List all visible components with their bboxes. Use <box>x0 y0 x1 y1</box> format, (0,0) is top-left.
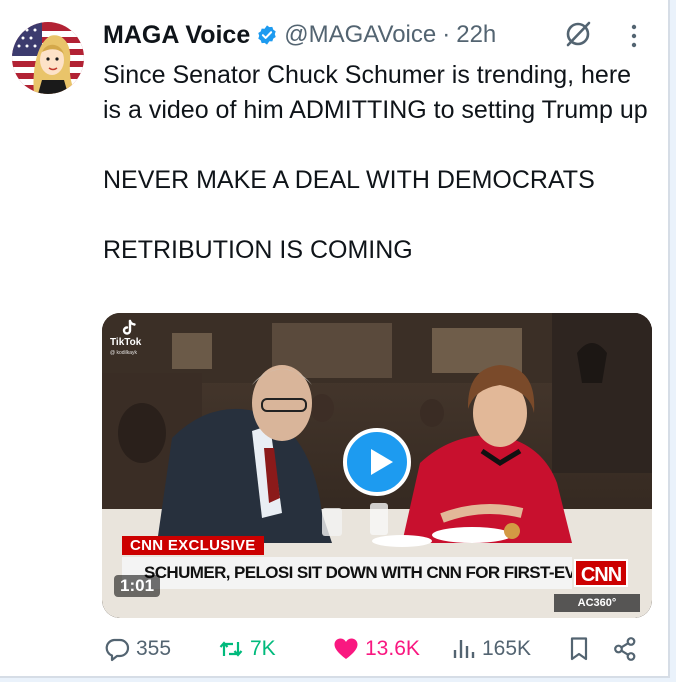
tweet-header: MAGA Voice @MAGAVoice · 22h <box>103 18 496 52</box>
like-button[interactable]: 13.6K <box>333 634 420 664</box>
cnn-exclusive-banner: CNN EXCLUSIVE <box>122 536 264 555</box>
tweet-text-line-2: NEVER MAKE A DEAL WITH DEMOCRATS <box>103 166 595 194</box>
cnn-logo: CNN <box>574 559 628 587</box>
handle[interactable]: @MAGAVoice <box>284 21 436 49</box>
tiktok-user: @ kodilkayk <box>110 350 138 356</box>
show-tag: AC360° <box>554 594 640 612</box>
repost-icon <box>219 641 243 657</box>
views-count: 165K <box>482 637 532 660</box>
tiktok-logo-icon <box>122 319 136 335</box>
bookmark-icon <box>570 637 588 661</box>
reply-count: 355 <box>136 637 172 660</box>
verified-badge-icon <box>258 25 276 45</box>
avatar-image <box>12 22 84 94</box>
timestamp[interactable]: 22h <box>456 21 496 49</box>
play-icon <box>371 449 393 475</box>
repost-button[interactable]: 7K <box>218 634 276 664</box>
tiktok-label: TikTok <box>110 337 142 348</box>
tweet-text-line-1: Since Senator Chuck Schumer is trending,… <box>103 61 648 124</box>
video-duration: 1:01 <box>114 575 161 597</box>
action-bar: 355 7K 13.6K 165K <box>0 628 668 672</box>
like-count: 13.6K <box>365 637 420 660</box>
video-player[interactable]: TikTok @ kodilkayk CNN EXCLUSIVE SCHUMER… <box>102 313 652 618</box>
reply-button[interactable]: 355 <box>104 634 171 664</box>
tweet-text: Since Senator Chuck Schumer is trending,… <box>103 58 648 268</box>
bookmark-button[interactable] <box>566 634 598 664</box>
more-dots-icon[interactable] <box>624 22 644 50</box>
views-chart-icon <box>453 640 475 658</box>
tweet-text-line-3: RETRIBUTION IS COMING <box>103 236 413 264</box>
tweet-card: MAGA Voice @MAGAVoice · 22h Since Senato… <box>0 0 670 678</box>
share-button[interactable] <box>612 634 644 664</box>
reply-icon <box>105 638 130 662</box>
news-chyron: SCHUMER, PELOSI SIT DOWN WITH CNN FOR FI… <box>122 557 572 589</box>
separator-dot: · <box>442 21 451 48</box>
avatar[interactable] <box>12 22 84 94</box>
display-name[interactable]: MAGA Voice <box>103 21 250 50</box>
repost-count: 7K <box>250 637 276 660</box>
heart-icon <box>334 638 358 659</box>
tiktok-watermark: TikTok @ kodilkayk <box>110 319 141 359</box>
play-button[interactable] <box>343 428 411 496</box>
grok-icon[interactable] <box>563 19 593 49</box>
share-icon <box>614 637 636 661</box>
views-button[interactable]: 165K <box>450 634 531 664</box>
